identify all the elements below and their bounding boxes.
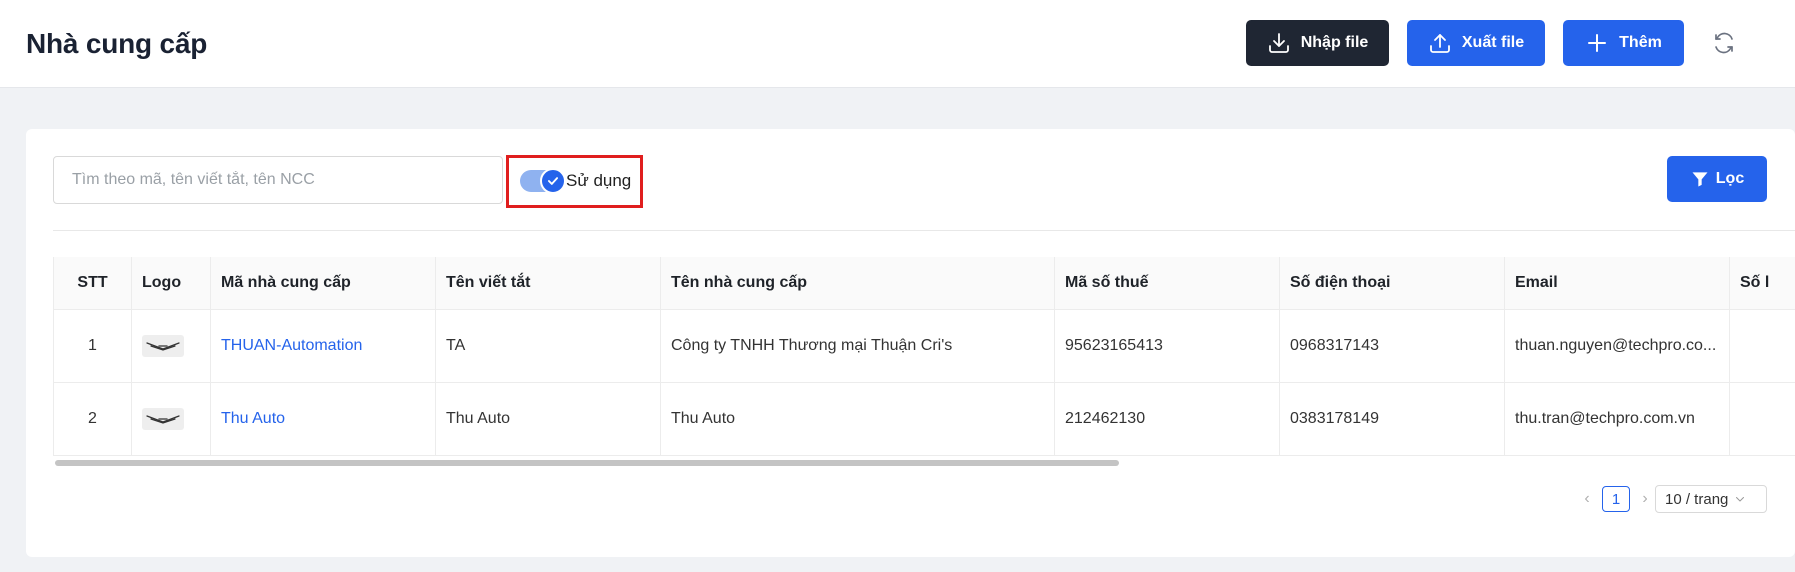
supplier-code-link[interactable]: Thu Auto (221, 410, 285, 427)
refresh-icon[interactable] (1712, 31, 1736, 55)
cell-logo (131, 382, 211, 456)
column-header-logo: Logo (131, 257, 211, 310)
cell-tax-code: 212462130 (1054, 382, 1280, 456)
export-file-label: Xuất file (1461, 34, 1525, 51)
supplier-list-card: Sử dụng Lọc STT Logo Mã nhà cung cấp Tên… (26, 129, 1795, 557)
cell-logo (131, 309, 211, 383)
next-page-icon[interactable]: › (1634, 490, 1656, 508)
filter-button[interactable]: Lọc (1667, 156, 1767, 202)
page-header: Nhà cung cấp Nhập file Xuất file Thêm (0, 0, 1795, 88)
cell-phone: 0968317143 (1279, 309, 1505, 383)
column-header-name: Tên nhà cung cấp (660, 257, 1055, 310)
scrollbar-thumb[interactable] (55, 460, 1119, 466)
import-file-button[interactable]: Nhập file (1246, 20, 1389, 66)
page-title: Nhà cung cấp (26, 28, 208, 59)
column-header-stt: STT (53, 257, 132, 310)
upload-icon (1429, 34, 1450, 53)
cell-stt: 1 (53, 309, 132, 383)
add-supplier-label: Thêm (1619, 34, 1662, 51)
column-header-code: Mã nhà cung cấp (210, 257, 436, 310)
filter-label: Lọc (1715, 170, 1745, 187)
table-row[interactable]: 1 THUAN-Automation TA Công ty TNHH Thươn… (53, 309, 1795, 383)
search-input[interactable] (53, 156, 503, 204)
wings-logo-icon (142, 334, 184, 357)
cell-next (1729, 309, 1795, 383)
active-toggle[interactable] (520, 168, 566, 194)
cell-code[interactable]: THUAN-Automation (210, 309, 436, 383)
supplier-table: STT Logo Mã nhà cung cấp Tên viết tắt Tê… (53, 257, 1795, 456)
cell-name: Công ty TNHH Thương mại Thuận Cri's (660, 309, 1055, 383)
supplier-table-container: STT Logo Mã nhà cung cấp Tên viết tắt Tê… (53, 257, 1795, 457)
column-header-short-name: Tên viết tắt (435, 257, 661, 310)
table-header-row: STT Logo Mã nhà cung cấp Tên viết tắt Tê… (53, 257, 1795, 310)
page-size-select[interactable]: 10 / trang (1655, 485, 1767, 513)
page-size-value: 10 / trang (1665, 490, 1729, 508)
pagination: ‹ 1 › (1576, 485, 1656, 513)
check-icon (547, 177, 559, 185)
horizontal-scrollbar[interactable] (53, 459, 1795, 467)
toggle-knob (540, 168, 566, 194)
cell-next (1729, 382, 1795, 456)
prev-page-icon[interactable]: ‹ (1576, 490, 1598, 508)
active-toggle-label: Sử dụng (566, 171, 632, 190)
cell-email: thu.tran@techpro.com.vn (1504, 382, 1730, 456)
chevron-down-icon (1736, 497, 1745, 502)
column-header-phone: Số điện thoại (1279, 257, 1505, 310)
column-header-tax-code: Mã số thuế (1054, 257, 1280, 310)
cell-code[interactable]: Thu Auto (210, 382, 436, 456)
cell-phone: 0383178149 (1279, 382, 1505, 456)
column-header-email: Email (1504, 257, 1730, 310)
plus-icon (1588, 34, 1607, 52)
divider (53, 230, 1795, 231)
cell-short-name: Thu Auto (435, 382, 661, 456)
column-header-next: Số l (1729, 257, 1795, 310)
filter-icon (1692, 172, 1708, 187)
cell-short-name: TA (435, 309, 661, 383)
table-row[interactable]: 2 Thu Auto Thu Auto Thu Auto 212462130 0… (53, 382, 1795, 456)
export-file-button[interactable]: Xuất file (1407, 20, 1545, 66)
cell-stt: 2 (53, 382, 132, 456)
cell-name: Thu Auto (660, 382, 1055, 456)
import-file-label: Nhập file (1300, 34, 1369, 51)
supplier-code-link[interactable]: THUAN-Automation (221, 337, 362, 354)
download-icon (1268, 33, 1289, 53)
cell-email: thuan.nguyen@techpro.co... (1504, 309, 1730, 383)
cell-tax-code: 95623165413 (1054, 309, 1280, 383)
page-1-button[interactable]: 1 (1602, 486, 1630, 512)
add-supplier-button[interactable]: Thêm (1563, 20, 1684, 66)
wings-logo-icon (142, 407, 184, 430)
